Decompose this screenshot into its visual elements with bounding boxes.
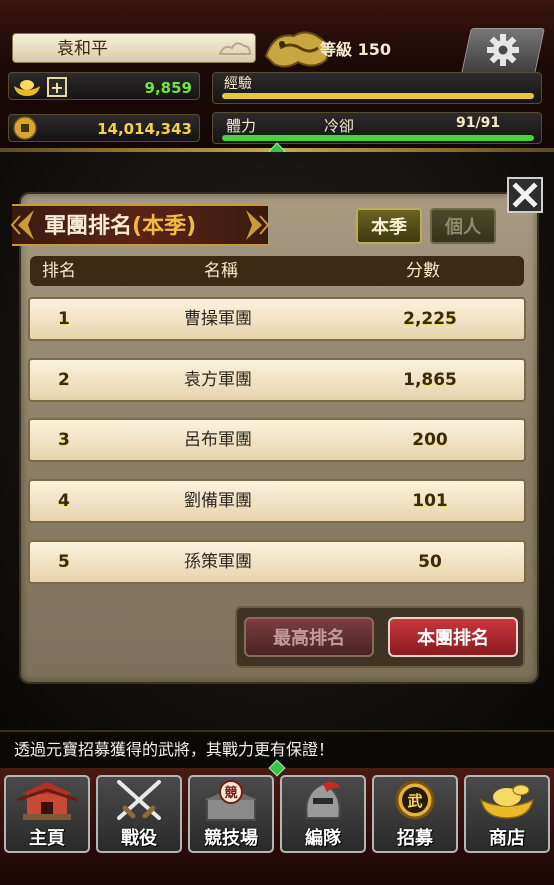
stamina-value: 91/91 <box>456 115 501 131</box>
row-score: 200 <box>412 430 448 450</box>
nav-recruit-label: 招募 <box>397 828 433 849</box>
row-rank: 5 <box>58 552 70 572</box>
exp-bar <box>222 93 534 99</box>
gear-icon[interactable] <box>486 33 520 67</box>
stamina-bar <box>222 135 534 141</box>
close-icon[interactable] <box>507 177 543 213</box>
row-name: 劉備軍團 <box>184 491 252 511</box>
crossed-swords-icon <box>117 780 161 820</box>
nav-shop-label: 商店 <box>489 828 525 849</box>
helmet-icon <box>305 781 341 819</box>
table-header <box>30 256 524 286</box>
coin-icon <box>13 116 37 140</box>
gold-amount: 9,859 <box>144 79 192 97</box>
cooldown-label: 冷卻 <box>324 117 355 135</box>
row-rank: 3 <box>58 430 70 450</box>
copper-amount: 14,014,343 <box>97 120 192 138</box>
header-name: 名稱 <box>204 261 238 281</box>
panel-title-sub: (本季) <box>132 214 197 239</box>
row-name: 孫策軍團 <box>184 552 252 572</box>
exp-label: 經驗 <box>224 76 252 92</box>
nav-formation-label: 編隊 <box>305 828 341 849</box>
exp-panel <box>212 72 542 104</box>
gold-ingot-icon <box>14 80 40 96</box>
panel-title: 軍團排名(本季) <box>44 208 196 240</box>
row-rank: 1 <box>58 309 70 329</box>
row-name: 呂布軍團 <box>184 430 252 450</box>
player-level: 等級 150 <box>320 40 391 59</box>
banner-ornament-left-icon <box>10 210 34 240</box>
recruit-medal-icon: 武 <box>395 780 435 820</box>
row-rank: 2 <box>58 370 70 390</box>
row-rank: 4 <box>58 491 70 511</box>
stamina-label: 體力 <box>226 117 257 135</box>
svg-text:武: 武 <box>407 792 422 810</box>
my-legion-rank-button[interactable]: 本團排名 <box>388 617 518 657</box>
header-rank: 排名 <box>42 261 76 281</box>
row-score: 2,225 <box>403 309 457 329</box>
row-name: 袁方軍團 <box>184 370 252 390</box>
nav-campaign-label: 戰役 <box>121 828 157 849</box>
tip-text: 透過元寶招募獲得的武將，其戰力更有保證！ <box>14 740 335 759</box>
add-gold-button[interactable]: + <box>47 77 67 97</box>
row-score: 50 <box>418 552 442 572</box>
svg-text:競: 競 <box>224 785 237 801</box>
player-name: 袁和平 <box>57 39 108 59</box>
tab-season[interactable]: 本季 <box>356 208 422 244</box>
palace-icon <box>17 782 77 820</box>
nav-home-label: 主頁 <box>29 828 65 849</box>
cloud-ornament-icon <box>218 42 252 55</box>
panel-title-main: 軍團排名 <box>44 214 133 239</box>
row-name: 曹操軍團 <box>184 309 252 329</box>
nav-arena-label: 競技場 <box>204 828 258 849</box>
banner-ornament-right-icon <box>246 210 270 240</box>
tab-personal[interactable]: 個人 <box>430 208 496 244</box>
gold-ingot-icon <box>479 784 535 819</box>
header-score: 分數 <box>406 261 440 281</box>
row-score: 1,865 <box>403 370 457 390</box>
best-rank-button[interactable]: 最高排名 <box>244 617 374 657</box>
arena-icon: 競 <box>205 780 257 821</box>
row-score: 101 <box>412 491 448 511</box>
